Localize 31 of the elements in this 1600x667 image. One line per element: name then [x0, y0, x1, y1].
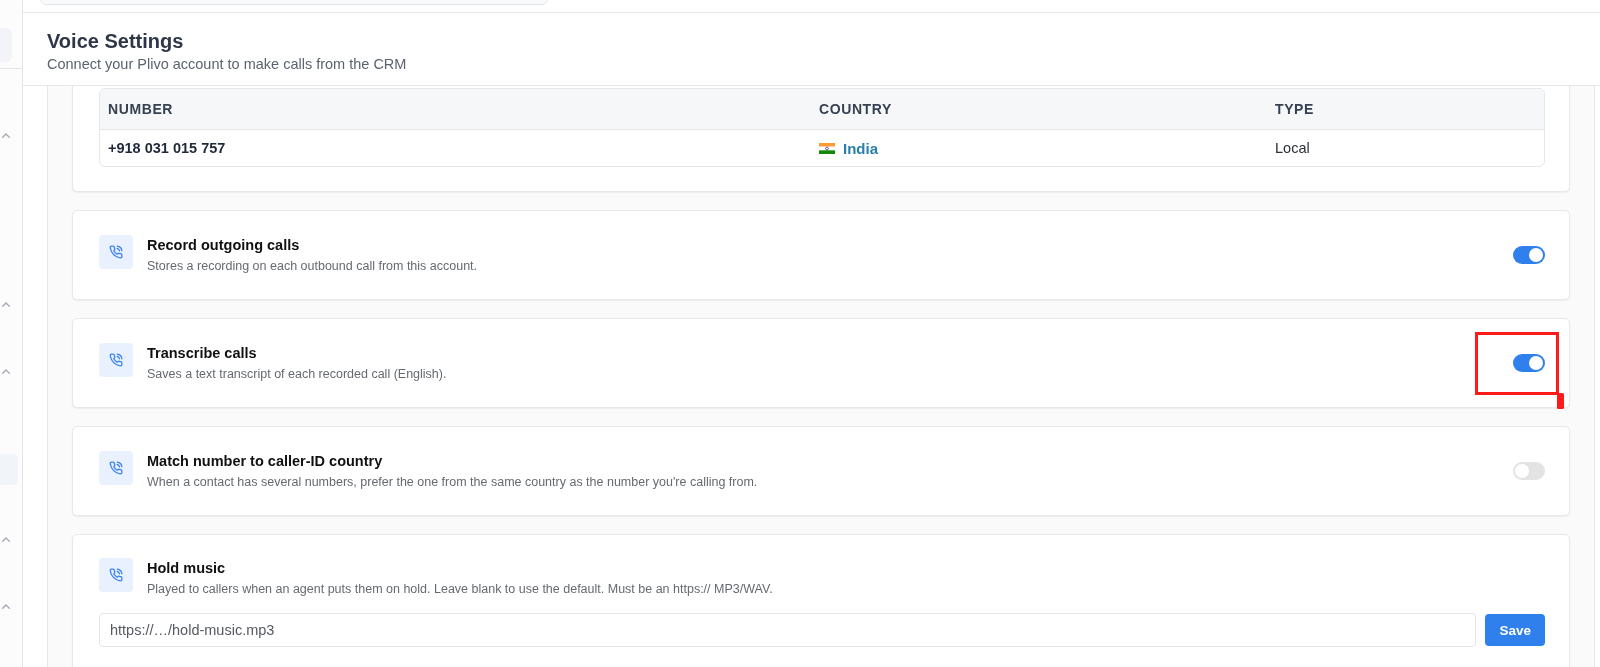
toggle-switch[interactable] — [1513, 246, 1545, 264]
page-subtitle: Connect your Plivo account to make calls from the CRM — [47, 55, 408, 74]
column-header: NUMBER — [108, 101, 174, 117]
setting-title: Transcribe calls — [147, 344, 258, 363]
chevron-up-icon[interactable] — [2, 603, 10, 609]
column-header: COUNTRY — [819, 101, 892, 117]
country-link[interactable]: India — [843, 139, 878, 157]
toggle-switch[interactable] — [1513, 354, 1545, 372]
setting-description: Saves a text transcript of each recorded call (English). — [147, 366, 448, 383]
setting-description: Played to callers when an agent puts them on hold. Leave blank to use the default. Must be an https:// MP3/WAV. — [147, 581, 774, 598]
setting-description: When a contact has several numbers, prefer the one from the same country as the number you're calling from. — [147, 474, 759, 491]
setting-title: Hold music — [147, 559, 227, 578]
phone-icon — [99, 451, 133, 485]
column-header: TYPE — [1275, 101, 1314, 117]
chevron-up-icon[interactable] — [2, 536, 10, 542]
table-cell: Local — [1275, 140, 1310, 156]
chevron-up-icon[interactable] — [2, 132, 10, 138]
setting-description: Stores a recording on each outbound call from this account. — [147, 258, 479, 275]
chevron-up-icon[interactable] — [2, 368, 10, 374]
save-button[interactable]: Save — [1485, 614, 1545, 646]
page-title: Voice Settings — [47, 29, 185, 54]
toggle-switch[interactable] — [1513, 462, 1545, 480]
chevron-up-icon[interactable] — [2, 301, 10, 307]
phone-icon — [99, 343, 133, 377]
phone-icon — [99, 235, 133, 269]
url-input-field[interactable]: https://…/hold-music.mp3 — [99, 613, 1477, 647]
table-cell: +918 031 015 757 — [108, 140, 226, 156]
setting-title: Record outgoing calls — [147, 236, 301, 255]
setting-title: Match number to caller-ID country — [147, 452, 384, 471]
phone-icon — [99, 558, 133, 592]
flag-icon — [819, 142, 835, 154]
